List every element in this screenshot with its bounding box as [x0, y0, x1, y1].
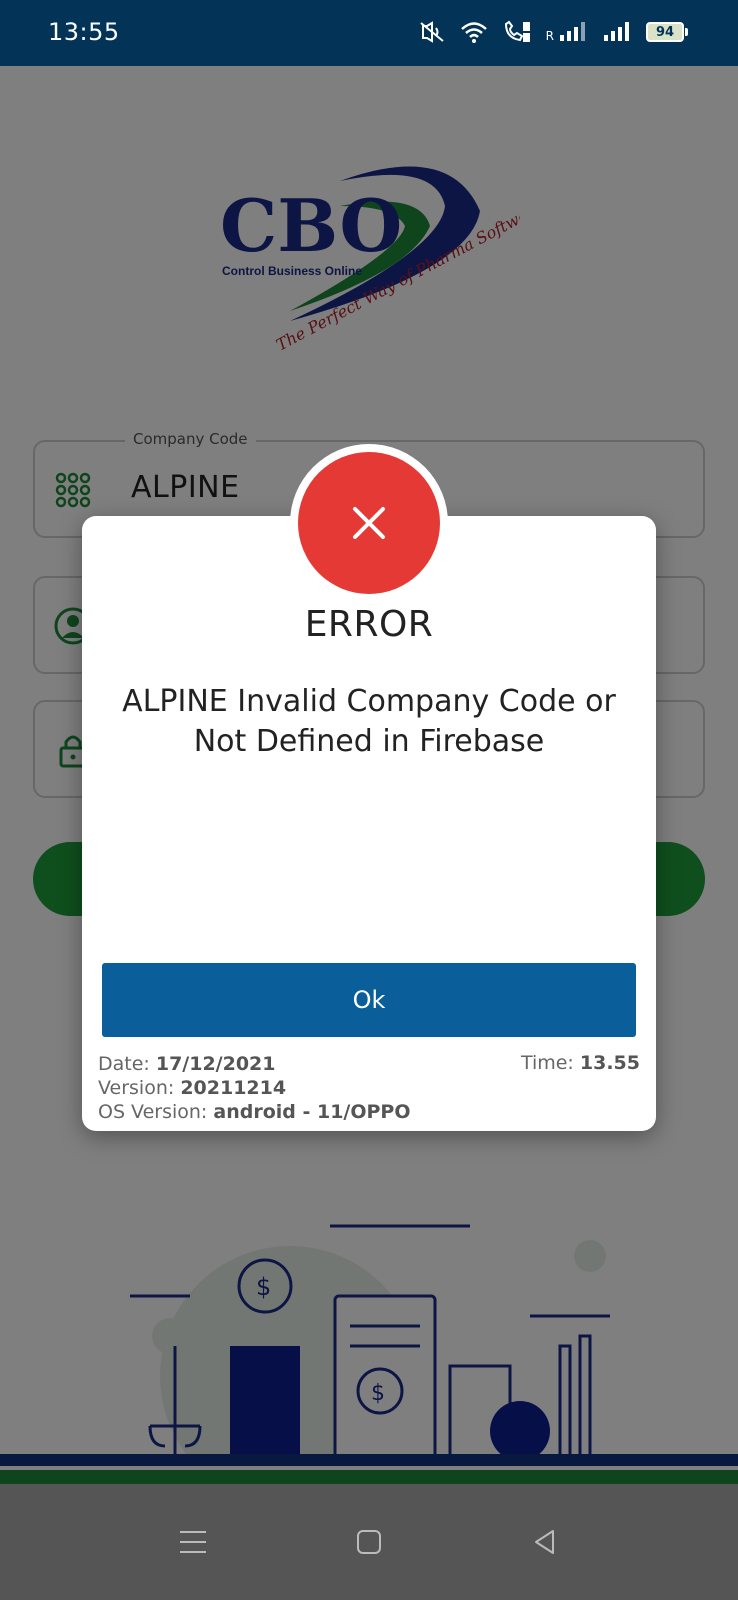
- os-label: OS Version:: [98, 1101, 214, 1123]
- battery-level: 94: [655, 24, 675, 40]
- dialog-message: ALPINE Invalid Company Code or Not Defin…: [122, 684, 616, 759]
- nav-home-button[interactable]: [345, 1518, 393, 1566]
- menu-icon: [180, 1531, 206, 1553]
- date-label: Date:: [98, 1053, 156, 1075]
- signal-2-icon: [604, 22, 629, 41]
- dialog-icon-badge: [290, 444, 448, 602]
- os-value: android - 11/OPPO: [213, 1101, 411, 1123]
- nav-back-button[interactable]: [521, 1518, 569, 1566]
- signal-label: R: [545, 29, 554, 43]
- back-icon: [535, 1530, 554, 1554]
- mute-icon: [420, 21, 444, 43]
- battery-icon: 94: [646, 22, 688, 42]
- time-value: 13.55: [579, 1052, 640, 1074]
- signal-1-icon: [560, 22, 585, 41]
- date-info: Date: 17/12/2021: [98, 1052, 276, 1076]
- os-info: OS Version: android - 11/OPPO: [98, 1100, 411, 1124]
- status-icons: R 94: [418, 20, 688, 44]
- wifi-icon: [460, 22, 487, 43]
- error-badge: [298, 452, 440, 594]
- system-nav-bar: [0, 1484, 738, 1600]
- ok-button[interactable]: Ok: [102, 963, 636, 1037]
- wifi-calling-icon: [504, 20, 530, 42]
- time-label: Time:: [520, 1052, 580, 1074]
- version-info: Version: 20211214: [98, 1076, 286, 1100]
- error-dialog: ERROR ALPINE Invalid Company Code or Not…: [82, 516, 656, 1131]
- home-icon: [357, 1530, 381, 1554]
- status-time: 13:55: [48, 18, 120, 46]
- version-value: 20211214: [180, 1077, 287, 1099]
- date-value: 17/12/2021: [155, 1053, 276, 1075]
- dialog-title: ERROR: [304, 604, 434, 645]
- nav-menu-button[interactable]: [169, 1518, 217, 1566]
- version-label: Version:: [98, 1077, 181, 1099]
- status-bar: 13:55 R 94: [0, 0, 738, 66]
- close-icon: [353, 507, 385, 539]
- time-info: Time: 13.55: [521, 1052, 640, 1074]
